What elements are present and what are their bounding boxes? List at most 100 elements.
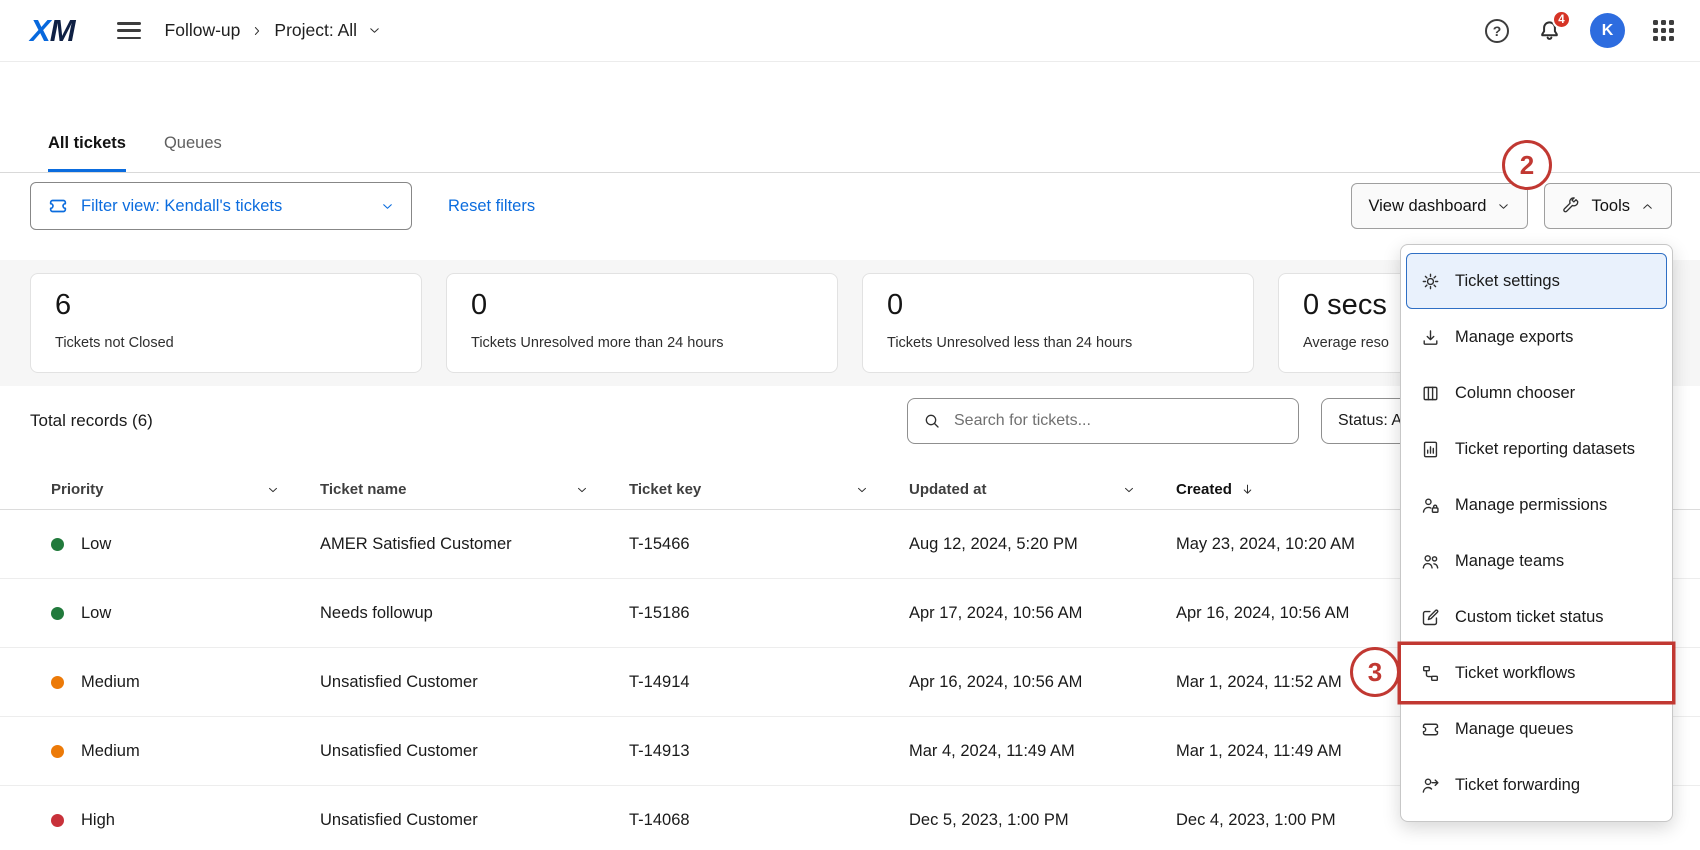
column-label: Created [1176, 481, 1232, 498]
stat-label: Tickets Unresolved less than 24 hours [887, 335, 1229, 351]
forward-person-icon [1419, 775, 1441, 796]
view-dashboard-label: View dashboard [1368, 197, 1486, 216]
person-lock-icon [1419, 495, 1441, 516]
cell-updated-at: Aug 12, 2024, 5:20 PM [909, 535, 1176, 554]
cell-ticket-name: Unsatisfied Customer [320, 673, 629, 692]
cell-ticket-name: AMER Satisfied Customer [320, 535, 629, 554]
column-label: Updated at [909, 481, 987, 498]
cell-ticket-key: T-14068 [629, 811, 909, 830]
chevron-down-icon[interactable] [855, 483, 869, 497]
stat-value: 0 [471, 289, 813, 322]
logo-x: X [30, 13, 50, 49]
report-icon [1419, 439, 1441, 460]
stat-value: 0 [887, 289, 1229, 322]
column-label: Priority [51, 481, 104, 498]
menu-item-ticket-workflows[interactable]: Ticket workflows [1401, 645, 1672, 701]
tab-queues[interactable]: Queues [164, 134, 222, 172]
stat-value: 6 [55, 289, 397, 322]
menu-item-label: Ticket settings [1455, 272, 1560, 291]
cell-ticket-key: T-14913 [629, 742, 909, 761]
menu-item-label: Custom ticket status [1455, 608, 1604, 627]
app-switcher-button[interactable] [1653, 20, 1674, 41]
cell-ticket-key: T-15186 [629, 604, 909, 623]
priority-dot [51, 538, 64, 551]
breadcrumb-project-selector[interactable]: Project: All [274, 20, 357, 41]
menu-item-manage-queues[interactable]: Manage queues [1401, 701, 1672, 757]
view-dashboard-button[interactable]: View dashboard [1351, 183, 1528, 229]
menu-item-label: Ticket workflows [1455, 664, 1575, 683]
filter-view-label: Filter view: Kendall's tickets [81, 197, 368, 216]
download-icon [1419, 327, 1441, 348]
priority-label: Low [81, 604, 111, 623]
reset-filters-link[interactable]: Reset filters [448, 197, 535, 216]
chevron-down-icon[interactable] [266, 483, 280, 497]
cell-ticket-key: T-14914 [629, 673, 909, 692]
cell-ticket-name: Needs followup [320, 604, 629, 623]
hamburger-menu-button[interactable] [117, 22, 141, 39]
tab-bar: All tickets Queues [0, 108, 1700, 173]
workflow-icon [1419, 663, 1441, 684]
search-input[interactable] [952, 411, 1284, 431]
chevron-down-icon [1496, 199, 1511, 214]
priority-dot [51, 814, 64, 827]
cell-updated-at: Dec 5, 2023, 1:00 PM [909, 811, 1176, 830]
menu-item-label: Ticket reporting datasets [1455, 440, 1635, 459]
toolbar-actions: View dashboard Tools [1351, 183, 1672, 229]
menu-item-label: Column chooser [1455, 384, 1575, 403]
menu-item-ticket-forwarding[interactable]: Ticket forwarding [1401, 757, 1672, 813]
cell-priority: Medium [51, 742, 320, 761]
column-header-ticket-key[interactable]: Ticket key [629, 481, 909, 498]
chevron-down-icon[interactable] [575, 483, 589, 497]
chevron-down-icon [380, 199, 395, 214]
column-header-ticket-name[interactable]: Ticket name [320, 481, 629, 498]
avatar[interactable]: K [1590, 13, 1625, 48]
xm-logo: X M [30, 13, 75, 49]
breadcrumb: Follow-up Project: All [165, 20, 383, 41]
priority-label: High [81, 811, 115, 830]
edit-icon [1419, 607, 1441, 628]
menu-item-label: Manage permissions [1455, 496, 1607, 515]
filter-view-select[interactable]: Filter view: Kendall's tickets [30, 182, 412, 230]
menu-item-manage-teams[interactable]: Manage teams [1401, 533, 1672, 589]
cell-priority: Low [51, 535, 320, 554]
menu-item-label: Ticket forwarding [1455, 776, 1580, 795]
menu-item-ticket-reporting-datasets[interactable]: Ticket reporting datasets [1401, 421, 1672, 477]
priority-label: Medium [81, 673, 140, 692]
priority-dot [51, 745, 64, 758]
column-header-priority[interactable]: Priority [51, 481, 320, 498]
tools-button[interactable]: Tools [1544, 183, 1672, 229]
ticket-search [907, 398, 1299, 444]
chevron-up-icon [1640, 199, 1655, 214]
menu-item-custom-ticket-status[interactable]: Custom ticket status [1401, 589, 1672, 645]
notifications-button[interactable]: 4 [1537, 18, 1562, 43]
cell-updated-at: Apr 17, 2024, 10:56 AM [909, 604, 1176, 623]
tools-dropdown-menu: Ticket settings Manage exports Column ch… [1400, 244, 1673, 822]
chevron-right-icon [250, 24, 264, 38]
column-header-updated-at[interactable]: Updated at [909, 481, 1176, 498]
annotation-step-3: 3 [1350, 647, 1400, 697]
menu-item-label: Manage teams [1455, 552, 1564, 571]
cell-priority: Low [51, 604, 320, 623]
stat-card-not-closed: 6 Tickets not Closed [30, 273, 422, 373]
search-icon [922, 411, 942, 431]
chevron-down-icon[interactable] [1122, 483, 1136, 497]
columns-icon [1419, 383, 1441, 404]
chevron-down-icon[interactable] [367, 23, 382, 38]
column-label: Ticket name [320, 481, 406, 498]
menu-item-manage-permissions[interactable]: Manage permissions [1401, 477, 1672, 533]
tab-all-tickets[interactable]: All tickets [48, 134, 126, 172]
annotation-step-2: 2 [1502, 140, 1552, 190]
wrench-icon [1561, 196, 1581, 216]
menu-item-label: Manage queues [1455, 720, 1573, 739]
top-actions: ? 4 K [1485, 13, 1674, 48]
cell-updated-at: Apr 16, 2024, 10:56 AM [909, 673, 1176, 692]
menu-item-column-chooser[interactable]: Column chooser [1401, 365, 1672, 421]
menu-item-manage-exports[interactable]: Manage exports [1401, 309, 1672, 365]
cell-ticket-key: T-15466 [629, 535, 909, 554]
menu-item-ticket-settings[interactable]: Ticket settings [1406, 253, 1667, 309]
breadcrumb-section[interactable]: Follow-up [165, 20, 241, 41]
cell-ticket-name: Unsatisfied Customer [320, 811, 629, 830]
cell-updated-at: Mar 4, 2024, 11:49 AM [909, 742, 1176, 761]
help-button[interactable]: ? [1485, 19, 1509, 43]
people-icon [1419, 551, 1441, 572]
